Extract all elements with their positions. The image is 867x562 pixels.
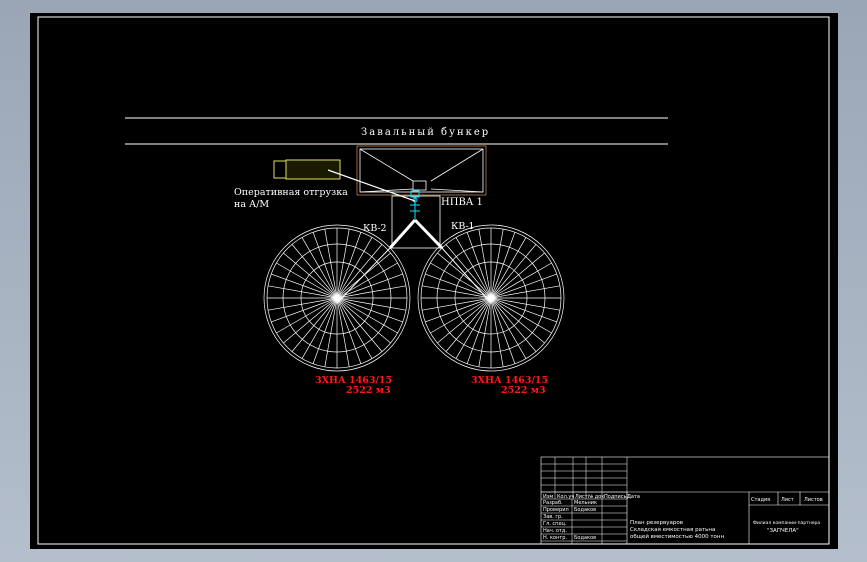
- drawing-border: [37, 16, 830, 545]
- tb-col-data: Дата: [627, 494, 640, 500]
- tb-desc-1: План резервуаров: [630, 520, 684, 526]
- operative-label-line1: Оперативная отгрузка: [234, 187, 348, 198]
- tank-left-volume: 2522 м3: [346, 385, 391, 396]
- tb-name-6: Бодаков: [574, 535, 597, 541]
- drawing-sheet: Завальный бункер Оперативная отгрузка на…: [30, 13, 838, 549]
- tb-role-4: Гл. спец.: [543, 521, 567, 527]
- tb-org-2: "ЗАПЧЕЛА": [767, 528, 799, 534]
- tb-sheet: Лист: [781, 497, 794, 503]
- kv-right-label: КВ-1: [451, 221, 475, 232]
- tb-name-2: Бодаков: [574, 507, 597, 513]
- tank-right-volume: 2522 м3: [501, 385, 546, 396]
- tb-role-1: Разраб.: [543, 500, 563, 506]
- tb-stage: Стадия: [751, 497, 771, 503]
- tb-org-1: Филиал компании-партнера: [753, 521, 821, 526]
- kv-left-label: КВ-2: [363, 223, 387, 234]
- tb-role-3: Зав. гр.: [543, 514, 563, 520]
- bunker-title: Завальный бункер: [361, 127, 491, 138]
- tb-desc-2: Складская емкостная ратьна: [630, 527, 716, 533]
- tb-name-1: Мельник: [574, 500, 598, 506]
- tb-role-6: Н. контр.: [543, 535, 567, 541]
- operative-label-line2: на А/М: [234, 199, 270, 210]
- tb-col-podpis: Подпись: [604, 494, 627, 500]
- tb-sheets: Листов: [804, 497, 823, 503]
- tank-left: [263, 224, 411, 372]
- drawing-canvas: [37, 16, 830, 545]
- valve-label: НПВА 1: [441, 197, 483, 208]
- tb-role-2: Проверил: [543, 507, 569, 513]
- tb-role-5: Нач. отд.: [543, 528, 567, 534]
- truck: [273, 159, 341, 180]
- tb-desc-3: общей вместимостью 4000 тонн: [630, 534, 725, 540]
- distribution-pipe: [388, 218, 444, 250]
